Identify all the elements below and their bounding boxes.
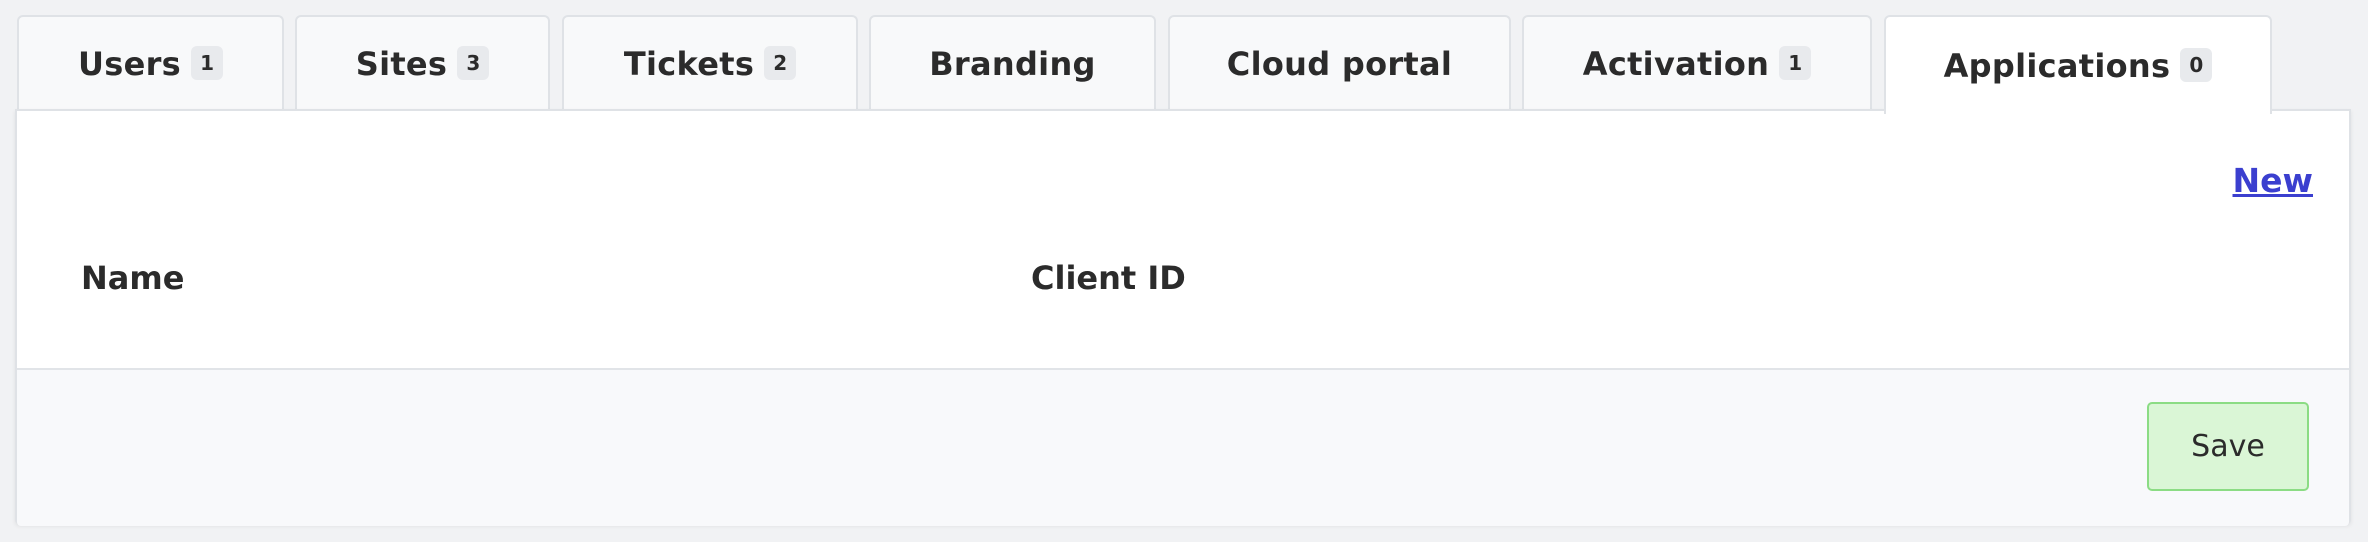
tab-branding-label: Branding [929, 44, 1096, 83]
column-header-client-id: Client ID [1031, 259, 1186, 297]
tab-tickets[interactable]: Tickets 2 [562, 15, 858, 110]
tab-users-label: Users [77, 44, 182, 83]
tab-users-count-badge: 1 [191, 45, 224, 80]
tab-activation-label: Activation [1582, 44, 1770, 83]
tab-sites-count-badge: 3 [457, 45, 490, 80]
tab-sites[interactable]: Sites 3 [295, 15, 550, 110]
tab-tickets-label: Tickets [623, 44, 755, 83]
tab-applications-count-badge: 0 [2180, 47, 2213, 82]
column-header-name: Name [81, 259, 185, 297]
tab-cloud-portal-label: Cloud portal [1226, 44, 1453, 83]
tab-sites-label: Sites [355, 44, 448, 83]
tab-applications-label: Applications [1943, 46, 2171, 85]
panel-footer: Save [17, 368, 2349, 526]
save-button[interactable]: Save [2147, 402, 2309, 491]
applications-settings-view: Users 1 Sites 3 Tickets 2 Branding Cloud… [0, 0, 2368, 542]
tab-users[interactable]: Users 1 [17, 15, 284, 110]
tab-cloud-portal[interactable]: Cloud portal [1168, 15, 1511, 110]
tab-activation[interactable]: Activation 1 [1522, 15, 1872, 110]
applications-panel: New Name Client ID Save [15, 109, 2351, 526]
tab-applications[interactable]: Applications 0 [1884, 15, 2272, 114]
new-application-link[interactable]: New [2233, 161, 2314, 200]
tab-activation-count-badge: 1 [1779, 45, 1812, 80]
tab-branding[interactable]: Branding [869, 15, 1156, 110]
tab-tickets-count-badge: 2 [764, 45, 797, 80]
tab-bar: Users 1 Sites 3 Tickets 2 Branding Cloud… [0, 0, 2368, 114]
